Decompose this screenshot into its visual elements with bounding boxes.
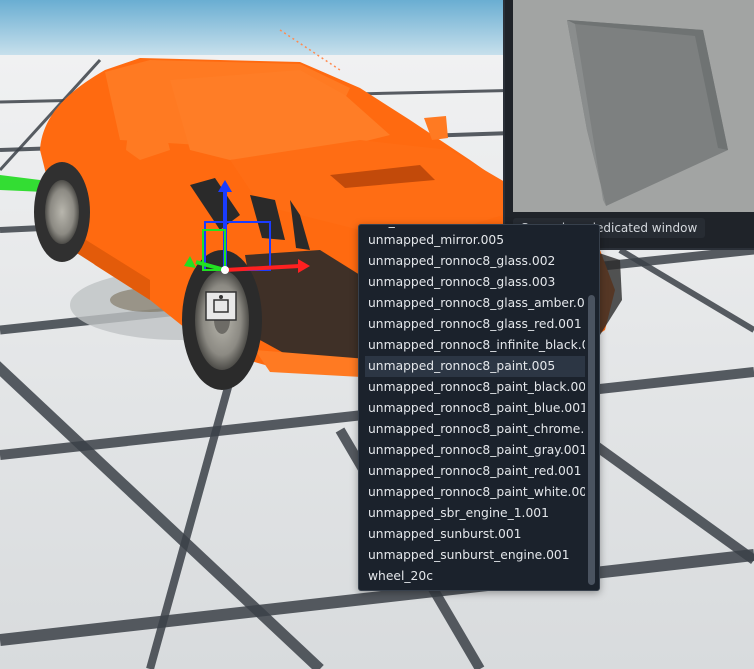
list-item[interactable]: unmapped_ronnoc8_glass_red.001	[359, 314, 585, 335]
list-item[interactable]: unmapped_ronnoc8_glass.003	[359, 272, 585, 293]
list-item[interactable]: unmapped_mirror.005	[359, 230, 585, 251]
material-list: tire_21a unmapped_mirror.005 unmapped_ro…	[359, 225, 585, 587]
list-item[interactable]: unmapped_ronnoc8_glass_amber.001	[359, 293, 585, 314]
list-item[interactable]: unmapped_ronnoc8_paint_white.001	[359, 482, 585, 503]
list-item[interactable]: unmapped_sunburst.001	[359, 524, 585, 545]
secondary-window[interactable]: Secondary dedicated window	[503, 0, 754, 250]
dropdown-scrollbar[interactable]	[588, 295, 595, 585]
list-item-selected[interactable]: unmapped_ronnoc8_paint.005	[365, 356, 585, 377]
object-marker-icon	[205, 291, 237, 321]
list-item[interactable]: wheel_20c	[359, 566, 585, 587]
list-item[interactable]: unmapped_ronnoc8_paint_black.001	[359, 377, 585, 398]
rear-wheel	[34, 162, 90, 262]
list-item[interactable]: unmapped_ronnoc8_infinite_black.00	[359, 335, 585, 356]
list-item[interactable]: unmapped_ronnoc8_paint_red.001	[359, 461, 585, 482]
secondary-window-preview	[513, 0, 754, 212]
list-item[interactable]: unmapped_ronnoc8_paint_gray.001	[359, 440, 585, 461]
material-dropdown[interactable]: tire_21a unmapped_mirror.005 unmapped_ro…	[358, 224, 600, 591]
list-item[interactable]: unmapped_sunburst_engine.001	[359, 545, 585, 566]
cube-preview	[567, 20, 728, 206]
list-item[interactable]: unmapped_ronnoc8_glass.002	[359, 251, 585, 272]
list-item[interactable]: unmapped_ronnoc8_paint_chrome.00	[359, 419, 585, 440]
list-item[interactable]: unmapped_ronnoc8_paint_blue.001	[359, 398, 585, 419]
list-item[interactable]: unmapped_sbr_engine_1.001	[359, 503, 585, 524]
